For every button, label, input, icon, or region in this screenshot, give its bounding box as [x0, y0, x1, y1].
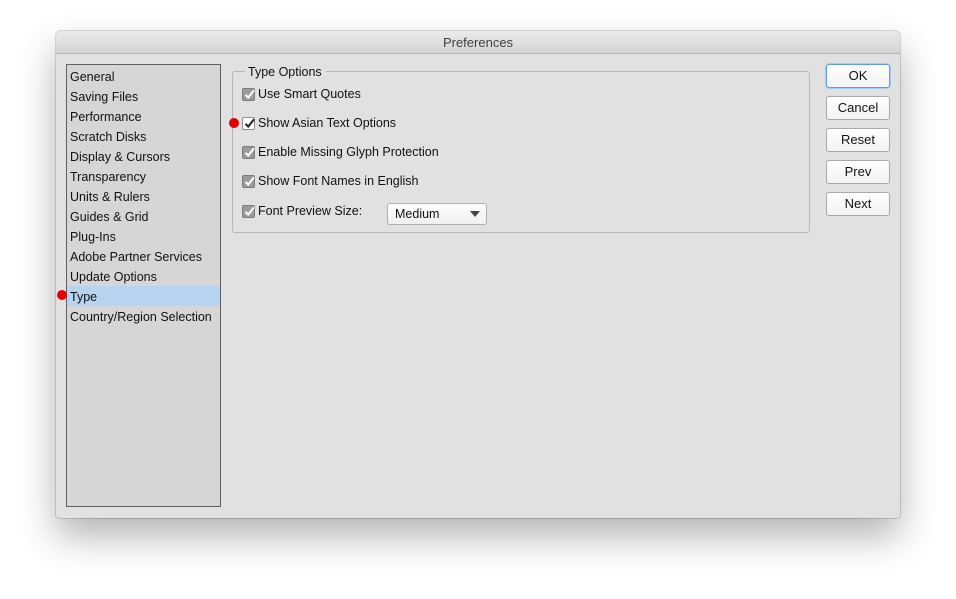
- checkmark-icon: [244, 147, 255, 157]
- checkmark-icon: [244, 118, 255, 128]
- chevron-down-icon: [470, 211, 480, 217]
- show-asian-text-options-option[interactable]: Show Asian Text Options: [242, 115, 396, 131]
- show-font-names-in-english-checkbox[interactable]: [242, 174, 255, 188]
- font-preview-size-checkbox[interactable]: [242, 204, 255, 218]
- use-smart-quotes-label: Use Smart Quotes: [258, 87, 361, 101]
- enable-missing-glyph-protection-label: Enable Missing Glyph Protection: [258, 145, 439, 159]
- font-preview-size-label: Font Preview Size:: [258, 204, 363, 218]
- ok-button[interactable]: OK: [826, 64, 890, 88]
- enable-missing-glyph-protection-checkbox[interactable]: [242, 145, 255, 159]
- sidebar-item-saving-files[interactable]: Saving Files: [67, 86, 220, 106]
- sidebar-item-transparency[interactable]: Transparency: [67, 166, 220, 186]
- cancel-button[interactable]: Cancel: [826, 96, 890, 120]
- sidebar-item-guides-grid[interactable]: Guides & Grid: [67, 206, 220, 226]
- sidebar-item-performance[interactable]: Performance: [67, 106, 220, 126]
- sidebar-item-type[interactable]: Type: [67, 286, 220, 306]
- checkmark-icon: [244, 176, 255, 186]
- prev-button[interactable]: Prev: [826, 160, 890, 184]
- font-preview-size-option[interactable]: Font Preview Size:: [242, 203, 362, 219]
- show-font-names-in-english-label: Show Font Names in English: [258, 174, 419, 188]
- use-smart-quotes-option[interactable]: Use Smart Quotes: [242, 86, 361, 102]
- show-asian-text-options-label: Show Asian Text Options: [258, 116, 397, 130]
- sidebar-item-country-region-selection[interactable]: Country/Region Selection: [67, 306, 220, 326]
- sidebar-item-general[interactable]: General: [67, 66, 220, 86]
- type-options-legend: Type Options: [245, 65, 326, 79]
- sidebar-item-display-cursors[interactable]: Display & Cursors: [67, 146, 220, 166]
- use-smart-quotes-checkbox[interactable]: [242, 87, 255, 101]
- enable-missing-glyph-protection-option[interactable]: Enable Missing Glyph Protection: [242, 144, 439, 160]
- sidebar-item-update-options[interactable]: Update Options: [67, 266, 220, 286]
- preferences-sidebar: General Saving Files Performance Scratch…: [66, 64, 221, 507]
- sidebar-item-adobe-partner-services[interactable]: Adobe Partner Services: [67, 246, 220, 266]
- window-title: Preferences: [56, 31, 900, 54]
- preferences-dialog: Preferences General Saving Files Perform…: [56, 31, 900, 518]
- annotation-dot-type: [57, 290, 67, 300]
- next-button[interactable]: Next: [826, 192, 890, 216]
- sidebar-item-plug-ins[interactable]: Plug-Ins: [67, 226, 220, 246]
- type-options-group: Type Options Use Smart Quotes Show Asian…: [232, 65, 810, 233]
- font-preview-size-select[interactable]: Medium: [387, 203, 487, 225]
- sidebar-item-scratch-disks[interactable]: Scratch Disks: [67, 126, 220, 146]
- checkmark-icon: [244, 206, 255, 216]
- font-preview-size-value: Medium: [395, 207, 440, 221]
- show-asian-text-options-checkbox[interactable]: [242, 116, 255, 130]
- annotation-dot-asian-text: [229, 118, 239, 128]
- sidebar-item-units-rulers[interactable]: Units & Rulers: [67, 186, 220, 206]
- reset-button[interactable]: Reset: [826, 128, 890, 152]
- show-font-names-in-english-option[interactable]: Show Font Names in English: [242, 173, 419, 189]
- checkmark-icon: [244, 89, 255, 99]
